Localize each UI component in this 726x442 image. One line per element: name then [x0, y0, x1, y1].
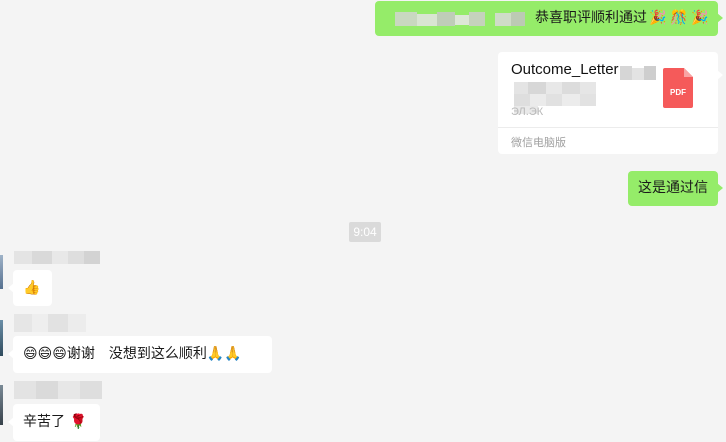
grin-icon: 😄: [23, 346, 38, 362]
svg-text:PDF: PDF: [670, 88, 686, 97]
party-popper-icon: 🎉: [649, 10, 667, 26]
party-popper-icon: 🎉: [691, 10, 709, 26]
grin-icon: 😄: [52, 346, 67, 362]
grin-icon: 😄: [37, 346, 53, 362]
redacted-name: [395, 12, 525, 26]
timestamp-badge: 9:04: [349, 222, 381, 242]
redacted-filename: [620, 66, 656, 80]
pdf-file-icon: PDF: [663, 68, 693, 108]
rose-icon: 🌹: [69, 414, 87, 430]
redacted-sender-name: [14, 381, 102, 399]
avatar[interactable]: [0, 385, 3, 425]
message-out-letter[interactable]: 这是通过信: [628, 171, 723, 206]
file-name: Outcome_Letter: [511, 61, 619, 78]
thumbs-up-icon: 👍: [23, 280, 41, 296]
pray-icon: 🙏: [224, 346, 242, 362]
message-text: 恭喜职评顺利通过: [535, 10, 647, 26]
message-text: 辛苦了: [23, 414, 65, 430]
message-text: 谢谢 没想到这么顺利: [66, 346, 207, 362]
file-message-card[interactable]: Outcome_Letter ЭЛ.ЭК PDF 微信电脑版: [498, 52, 723, 154]
message-out-congrats[interactable]: 恭喜职评顺利通过 🎉 🎊 🎉: [375, 1, 723, 36]
message-in-thanks[interactable]: 😄😄😄谢谢 没想到这么顺利🙏🙏: [8, 336, 272, 373]
message-text: 这是通过信: [638, 180, 708, 196]
message-in-hard-work[interactable]: 辛苦了 🌹: [8, 404, 100, 441]
pray-icon: 🙏: [206, 346, 225, 362]
avatar[interactable]: [0, 255, 3, 289]
card-divider: [498, 127, 718, 128]
file-source-label: 微信电脑版: [511, 136, 566, 149]
redacted-sender-name: [14, 314, 86, 332]
redacted-sender-name: [14, 251, 100, 264]
file-size: ЭЛ.ЭК: [511, 106, 544, 118]
message-in-thumbs-up[interactable]: 👍: [8, 270, 52, 306]
fireworks-cracker-icon: 🎊: [670, 10, 688, 26]
avatar[interactable]: [0, 320, 3, 356]
